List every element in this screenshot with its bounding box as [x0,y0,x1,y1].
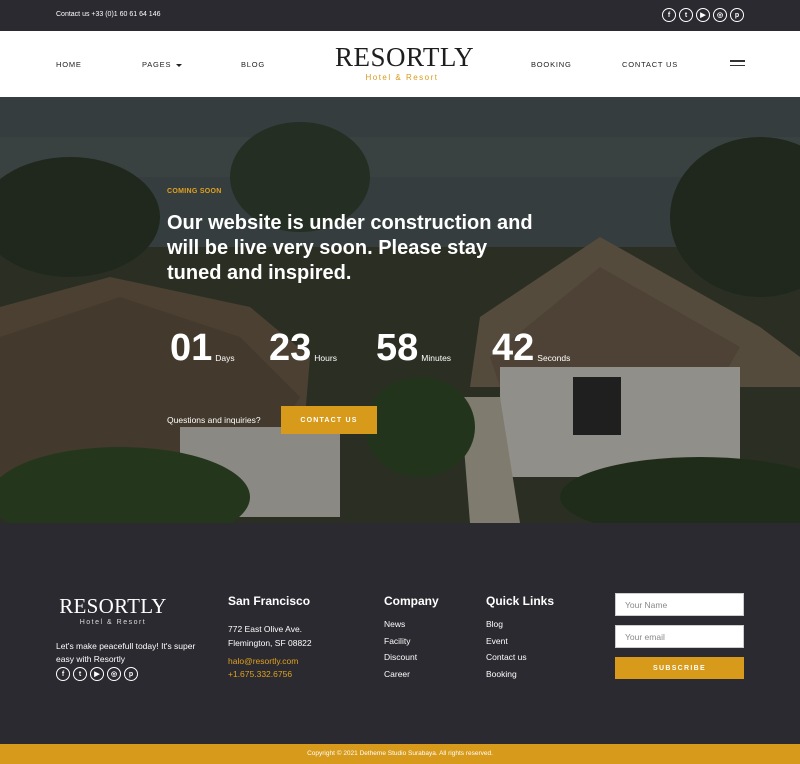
topbar-contact: Contact us +33 (0)1 60 61 64 146 [56,11,161,18]
logo-name: RESORTLY [335,42,475,72]
footer-phone-link[interactable]: +1.675.332.6756 [228,668,292,681]
nav-pages[interactable]: PAGES [142,60,183,69]
footer-link-discount[interactable]: Discount [384,652,417,669]
twitter-icon[interactable]: t [73,667,87,681]
menu-icon[interactable] [730,60,745,69]
address-line-2: Flemington, SF 08822 [228,638,312,648]
main-nav: HOME PAGES BLOG RESORTLY Hotel & Resort … [0,31,800,97]
footer-link-event[interactable]: Event [486,636,527,653]
logo-tagline: Hotel & Resort [365,73,439,82]
footer-social-links: f t ▶ ◎ p [56,667,138,681]
countdown-unit: Minutes [421,353,452,363]
youtube-icon[interactable]: ▶ [90,667,104,681]
subscribe-button[interactable]: SUBSCRIBE [615,657,744,679]
footer-link-facility[interactable]: Facility [384,636,417,653]
footer-link-blog[interactable]: Blog [486,619,527,636]
footer-logo[interactable]: RESORTLY Hotel & Resort [56,595,170,626]
twitter-icon[interactable]: t [679,8,693,22]
contact-us-button[interactable]: CONTACT US [281,406,377,434]
countdown-unit: Days [215,353,235,363]
countdown-seconds: 42 Seconds [492,329,570,367]
nav-home[interactable]: HOME [56,60,82,69]
location-title: San Francisco [228,594,311,608]
facebook-icon[interactable]: f [56,667,70,681]
pinterest-icon[interactable]: p [124,667,138,681]
email-field[interactable] [615,625,744,648]
hero-overlay [0,97,800,523]
hero-section: COMING SOON Our website is under constru… [0,97,800,523]
instagram-icon[interactable]: ◎ [107,667,121,681]
address-line-1: 772 East Olive Ave. [228,624,303,634]
inquiry-text: Questions and inquiries? [167,415,261,425]
nav-contact[interactable]: CONTACT US [622,60,678,69]
footer-logo-name: RESORTLY [59,594,167,618]
footer-email-link[interactable]: halo@resortly.com [228,655,298,668]
countdown-value: 01 [170,327,213,369]
footer-link-contact[interactable]: Contact us [486,652,527,669]
pinterest-icon[interactable]: p [730,8,744,22]
hero-headline: Our website is under construction and wi… [167,212,533,284]
footer-link-news[interactable]: News [384,619,417,636]
countdown-unit: Seconds [537,353,571,363]
company-links: News Facility Discount Career [384,619,417,685]
hero-kicker: COMING SOON [167,188,222,195]
footer-description: Let's make peacefull today! It's super e… [56,641,196,664]
nav-blog[interactable]: BLOG [241,60,265,69]
countdown-unit: Hours [314,353,337,363]
site-logo[interactable]: RESORTLY Hotel & Resort [335,42,475,82]
topbar-social-links: f t ▶ ◎ p [662,8,744,22]
site-footer: RESORTLY Hotel & Resort Let's make peace… [0,523,800,744]
nav-pages-label: PAGES [142,60,172,69]
name-field[interactable] [615,593,744,616]
footer-link-booking[interactable]: Booking [486,669,527,686]
quick-links: Blog Event Contact us Booking [486,619,527,685]
footer-logo-tagline: Hotel & Resort [79,619,147,626]
countdown-value: 42 [492,327,535,369]
footer-link-career[interactable]: Career [384,669,417,686]
countdown-days: 01 Days [170,329,235,367]
nav-booking[interactable]: BOOKING [531,60,572,69]
instagram-icon[interactable]: ◎ [713,8,727,22]
quick-links-title: Quick Links [486,594,555,608]
countdown-value: 23 [269,327,312,369]
chevron-down-icon [176,63,183,67]
countdown-minutes: 58 Minutes [376,329,451,367]
copyright-bar: Copyright © 2021 Detheme Studio Surabaya… [0,744,800,764]
countdown-value: 58 [376,327,419,369]
countdown-hours: 23 Hours [269,329,337,367]
facebook-icon[interactable]: f [662,8,676,22]
company-title: Company [384,594,439,608]
top-bar: Contact us +33 (0)1 60 61 64 146 f t ▶ ◎… [0,0,800,31]
youtube-icon[interactable]: ▶ [696,8,710,22]
